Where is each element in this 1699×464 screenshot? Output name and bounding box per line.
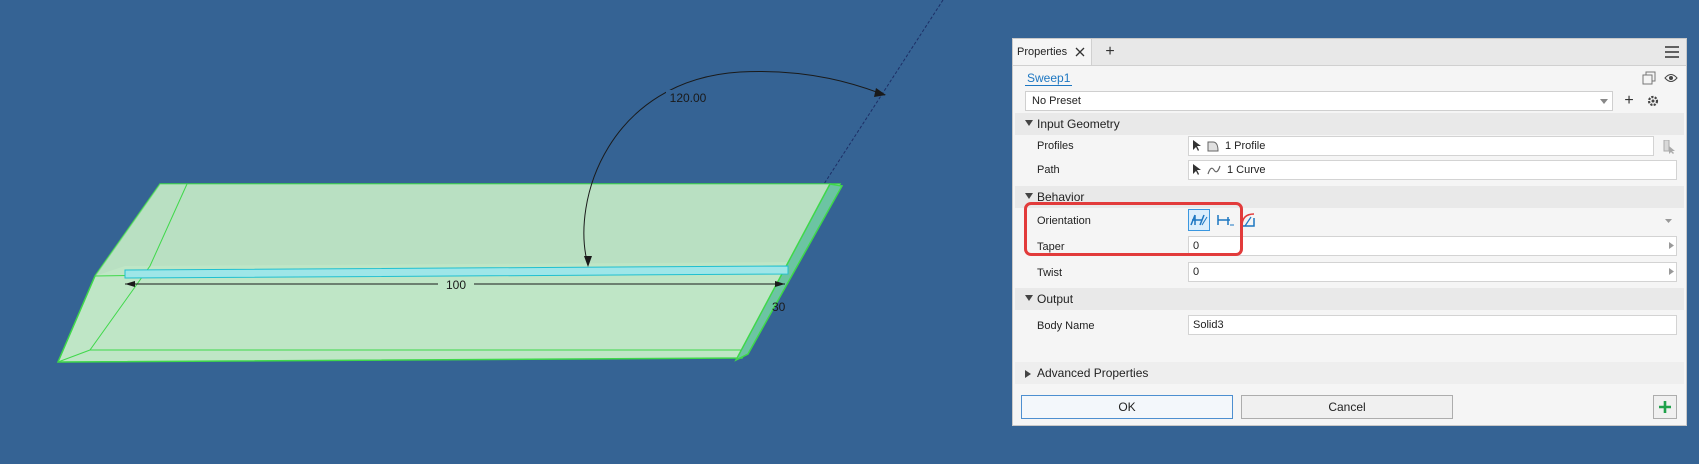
angle-dimension[interactable]: 120.00	[670, 91, 707, 105]
collapse-triangle-icon	[1025, 120, 1033, 126]
section-behavior[interactable]: Behavior	[1015, 186, 1684, 208]
select-cursor-icon	[1193, 140, 1201, 152]
properties-panel: Properties + Sweep1 No Preset + Input Ge…	[1012, 38, 1687, 426]
feature-name-link[interactable]: Sweep1	[1025, 71, 1073, 86]
path-orientation-icon	[1190, 214, 1208, 226]
feature-header: Sweep1	[1025, 71, 1678, 89]
tab-properties[interactable]: Properties	[1013, 39, 1093, 65]
profiles-label: Profiles	[1037, 140, 1074, 152]
collapse-triangle-icon	[1025, 295, 1033, 301]
copy-icon[interactable]	[1642, 71, 1656, 85]
curve-icon	[1207, 165, 1221, 175]
taper-input[interactable]: 0	[1188, 236, 1677, 256]
section-title: Input Geometry	[1037, 117, 1120, 131]
guide-orientation-icon	[1241, 213, 1255, 227]
clear-selection-icon[interactable]	[1662, 140, 1676, 154]
guide-orientation-button[interactable]	[1238, 209, 1260, 231]
chevron-right-icon[interactable]	[1669, 242, 1674, 249]
section-title: Output	[1037, 292, 1074, 306]
body-name-label: Body Name	[1037, 320, 1095, 332]
apply-button[interactable]	[1653, 395, 1677, 419]
select-cursor-icon	[1193, 164, 1201, 176]
preset-value: No Preset	[1032, 95, 1081, 107]
body-name-value: Solid3	[1193, 319, 1224, 331]
profiles-selector[interactable]: 1 Profile	[1188, 136, 1654, 156]
expand-triangle-icon	[1025, 370, 1031, 378]
gear-icon[interactable]	[1645, 93, 1661, 109]
close-icon[interactable]	[1075, 47, 1085, 57]
path-value: 1 Curve	[1227, 164, 1266, 176]
twist-label: Twist	[1037, 267, 1063, 279]
section-title: Advanced Properties	[1037, 366, 1149, 380]
partial-dimension: 30	[772, 300, 786, 314]
path-label: Path	[1037, 164, 1060, 176]
fixed-orientation-icon	[1217, 215, 1234, 226]
chevron-right-icon[interactable]	[1669, 268, 1674, 275]
sweep-preview: 100 30 120.00	[56, 0, 944, 363]
top-face	[95, 184, 840, 276]
orientation-label: Orientation	[1037, 215, 1091, 227]
section-input-geometry[interactable]: Input Geometry	[1015, 113, 1684, 135]
hamburger-menu-icon[interactable]	[1664, 44, 1680, 60]
body-name-input[interactable]: Solid3	[1188, 315, 1677, 335]
taper-label: Taper	[1037, 241, 1065, 253]
section-title: Behavior	[1037, 190, 1085, 204]
add-tab-icon[interactable]: +	[1101, 43, 1119, 61]
fixed-orientation-button[interactable]	[1214, 209, 1236, 231]
cancel-button[interactable]: Cancel	[1241, 395, 1453, 419]
ok-button[interactable]: OK	[1021, 395, 1233, 419]
section-output[interactable]: Output	[1015, 288, 1684, 310]
profile-icon	[1207, 141, 1219, 152]
path-orientation-button[interactable]	[1188, 209, 1210, 231]
graphics-viewport[interactable]: 100 30 120.00	[0, 0, 1010, 464]
section-advanced-properties[interactable]: Advanced Properties	[1015, 362, 1684, 384]
taper-value: 0	[1193, 240, 1200, 252]
panel-tab-bar: Properties +	[1013, 39, 1686, 66]
length-dimension[interactable]: 100	[446, 278, 466, 292]
profiles-value: 1 Profile	[1225, 140, 1266, 152]
twist-value: 0	[1193, 266, 1200, 278]
twist-input[interactable]: 0	[1188, 262, 1677, 282]
add-preset-icon[interactable]: +	[1621, 92, 1637, 109]
tab-label: Properties	[1017, 46, 1068, 58]
plus-icon	[1659, 401, 1671, 413]
chevron-down-icon[interactable]	[1665, 219, 1672, 223]
visibility-eye-icon[interactable]	[1664, 71, 1678, 85]
collapse-triangle-icon	[1025, 193, 1033, 199]
chevron-down-icon	[1600, 99, 1608, 104]
path-selector[interactable]: 1 Curve	[1188, 160, 1677, 180]
angle-arrow	[874, 88, 886, 97]
preset-dropdown[interactable]: No Preset	[1025, 91, 1613, 111]
